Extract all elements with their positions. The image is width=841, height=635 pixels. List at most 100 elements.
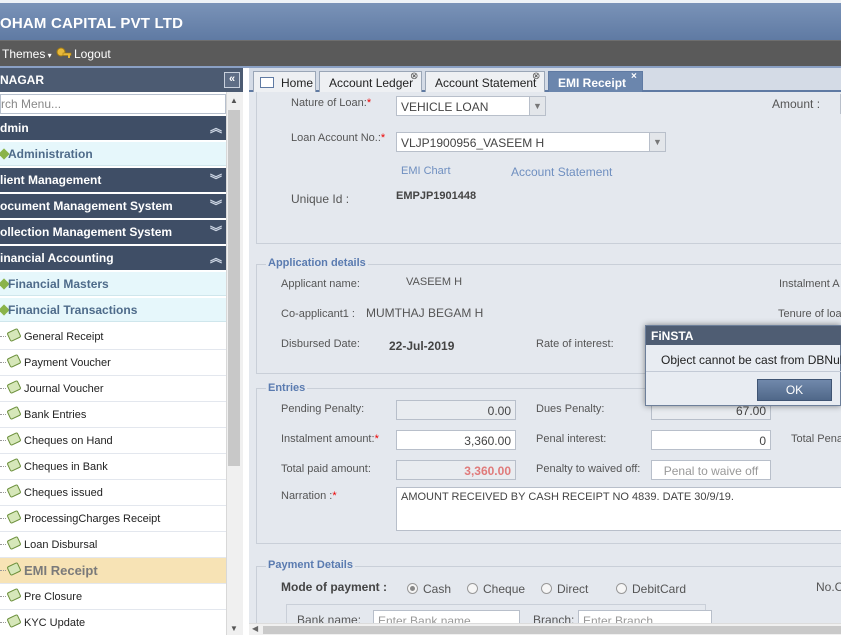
tab-home[interactable]: Home xyxy=(253,71,316,92)
section-admin[interactable]: dmin ︽ xyxy=(0,116,226,140)
horizontal-scrollbar[interactable]: ◀ xyxy=(249,623,841,635)
sidebar-item-kyc-update[interactable]: KYC Update xyxy=(0,610,226,635)
radio-cheque-label[interactable]: Cheque xyxy=(483,582,525,596)
close-icon[interactable]: × xyxy=(631,71,637,82)
tag-icon xyxy=(6,353,22,369)
tab-ledger-label: Account Ledger xyxy=(329,76,414,90)
section-administration[interactable]: Administration xyxy=(0,142,226,166)
penalty-waived-input[interactable]: Penal to waive off xyxy=(651,460,771,480)
dialog-titlebar[interactable]: FiNSTA xyxy=(646,326,841,345)
scroll-down-icon[interactable]: ▼ xyxy=(230,624,238,633)
scroll-up-icon[interactable]: ▲ xyxy=(230,96,238,105)
section-administration-label: Administration xyxy=(8,147,93,161)
home-icon xyxy=(260,77,274,88)
instalment-amount-input[interactable]: 3,360.00 xyxy=(396,430,516,450)
sidebar-item-cheques-in-bank[interactable]: Cheques in Bank xyxy=(0,454,226,480)
emi-chart-link[interactable]: EMI Chart xyxy=(401,165,451,177)
tenure-label: Tenure of loa xyxy=(778,308,841,320)
branch-placeholder: Enter Branch xyxy=(583,614,654,623)
radio-debitcard[interactable] xyxy=(616,583,627,594)
entries-legend: Entries xyxy=(266,382,308,394)
sidebar-item-pre-closure[interactable]: Pre Closure xyxy=(0,584,226,610)
loan-account-label: Loan Account No.:* xyxy=(291,132,386,144)
pending-penalty-input[interactable]: 0.00 xyxy=(396,400,516,420)
sidebar-item-cheques-issued[interactable]: Cheques issued xyxy=(0,480,226,506)
narration-textarea[interactable]: AMOUNT RECEIVED BY CASH RECEIPT NO 4839.… xyxy=(396,487,841,531)
sidebar-item-journal-voucher[interactable]: Journal Voucher xyxy=(0,376,226,402)
nature-of-loan-select[interactable]: VEHICLE LOAN ▼ xyxy=(396,96,546,116)
section-financial-masters[interactable]: Financial Masters xyxy=(0,272,226,296)
instalment-amount-entry-label: Instalment amount:* xyxy=(281,433,379,445)
tab-bar: Home Account Ledger ⊗ Account Statement … xyxy=(249,68,841,92)
ok-button[interactable]: OK xyxy=(757,379,832,401)
sidebar-item-bank-entries[interactable]: Bank Entries xyxy=(0,402,226,428)
radio-cash-label[interactable]: Cash xyxy=(423,582,451,596)
tree-line xyxy=(0,362,6,363)
chevron-up-icon: ︽ xyxy=(210,251,223,265)
section-transactions-label: Financial Transactions xyxy=(8,303,138,317)
sidebar-title: NAGAR xyxy=(0,73,44,87)
tab-emi-receipt[interactable]: EMI Receipt × xyxy=(548,71,643,92)
scroll-left-icon[interactable]: ◀ xyxy=(252,624,258,633)
radio-debitcard-label[interactable]: DebitCard xyxy=(632,582,686,596)
total-paid-input[interactable]: 3,360.00 xyxy=(396,460,516,480)
sidebar-item-label: Journal Voucher xyxy=(24,383,104,395)
close-icon[interactable]: ⊗ xyxy=(410,71,418,82)
dialog-title: FiNSTA xyxy=(651,329,694,343)
section-financial-accounting[interactable]: inancial Accounting ︽ xyxy=(0,246,226,270)
tag-icon xyxy=(6,379,22,395)
horizontal-scroll-thumb[interactable] xyxy=(263,626,841,634)
penal-interest-label: Penal interest: xyxy=(536,433,607,445)
sidebar-item-cheques-on-hand[interactable]: Cheques on Hand xyxy=(0,428,226,454)
sidebar-item-general-receipt[interactable]: General Receipt xyxy=(0,324,226,350)
section-collection-management[interactable]: ollection Management System ︾ xyxy=(0,220,226,244)
themes-dropdown-icon: ▾ xyxy=(45,51,52,60)
rate-of-interest-label: Rate of interest: xyxy=(536,338,614,350)
section-client-label: lient Management xyxy=(0,173,102,187)
chevron-down-icon[interactable]: ▼ xyxy=(649,133,665,151)
section-document-management[interactable]: ocument Management System ︾ xyxy=(0,194,226,218)
close-icon[interactable]: ⊗ xyxy=(532,71,540,82)
mode-of-payment-label: Mode of payment : xyxy=(281,580,388,594)
radio-cash[interactable] xyxy=(407,583,418,594)
sidebar-item-loan-disbursal[interactable]: Loan Disbursal xyxy=(0,532,226,558)
radio-cheque[interactable] xyxy=(467,583,478,594)
sidebar-item-emi-receipt[interactable]: EMI Receipt xyxy=(0,558,226,584)
sidebar-item-label: KYC Update xyxy=(24,617,86,629)
themes-menu[interactable]: Themes ▾ xyxy=(2,47,52,61)
sidebar-item-label: Pre Closure xyxy=(24,591,83,603)
branch-label: Branch: xyxy=(533,613,575,623)
penal-interest-input[interactable]: 0 xyxy=(651,430,771,450)
tab-account-statement[interactable]: Account Statement ⊗ xyxy=(425,71,545,92)
collapse-sidebar-button[interactable]: « xyxy=(224,72,240,88)
number-label: No.C xyxy=(816,580,841,594)
sidebar-item-label: Loan Disbursal xyxy=(24,539,98,551)
nature-of-loan-value: VEHICLE LOAN xyxy=(401,100,489,114)
unique-id-label: Unique Id : xyxy=(291,192,350,206)
sidebar-scroll-thumb[interactable] xyxy=(228,110,240,466)
tab-account-ledger[interactable]: Account Ledger ⊗ xyxy=(319,71,422,92)
section-financial-transactions[interactable]: Financial Transactions xyxy=(0,298,226,322)
loan-account-select[interactable]: VLJP1900956_VASEEM H ▼ xyxy=(396,132,666,152)
menu-search-input[interactable]: rch Menu... xyxy=(0,94,226,114)
chevron-down-icon[interactable]: ▼ xyxy=(529,97,545,115)
applicant-name-value: VASEEM H xyxy=(406,276,463,288)
section-client-management[interactable]: lient Management ︾ xyxy=(0,168,226,192)
radio-direct-label[interactable]: Direct xyxy=(557,582,588,596)
dialog-message: Object cannot be cast from DBNul xyxy=(661,353,841,367)
sidebar-item-payment-voucher[interactable]: Payment Voucher xyxy=(0,350,226,376)
sidebar-header: NAGAR « xyxy=(0,68,243,92)
logout-button[interactable]: Logout xyxy=(56,47,111,61)
chevron-up-icon: ︽ xyxy=(210,121,223,135)
radio-direct[interactable] xyxy=(541,583,552,594)
tag-icon xyxy=(6,535,22,551)
tag-icon xyxy=(6,431,22,447)
branch-input[interactable]: Enter Branch xyxy=(578,610,712,623)
account-statement-link[interactable]: Account Statement xyxy=(511,165,612,179)
sidebar-item-processing-charges[interactable]: ProcessingCharges Receipt xyxy=(0,506,226,532)
tree-line xyxy=(0,544,6,545)
section-financial-label: inancial Accounting xyxy=(0,251,114,265)
bank-name-input[interactable]: Enter Bank name xyxy=(373,610,520,623)
applicant-name-label: Applicant name: xyxy=(281,278,360,290)
sidebar-item-label: Cheques issued xyxy=(24,487,103,499)
